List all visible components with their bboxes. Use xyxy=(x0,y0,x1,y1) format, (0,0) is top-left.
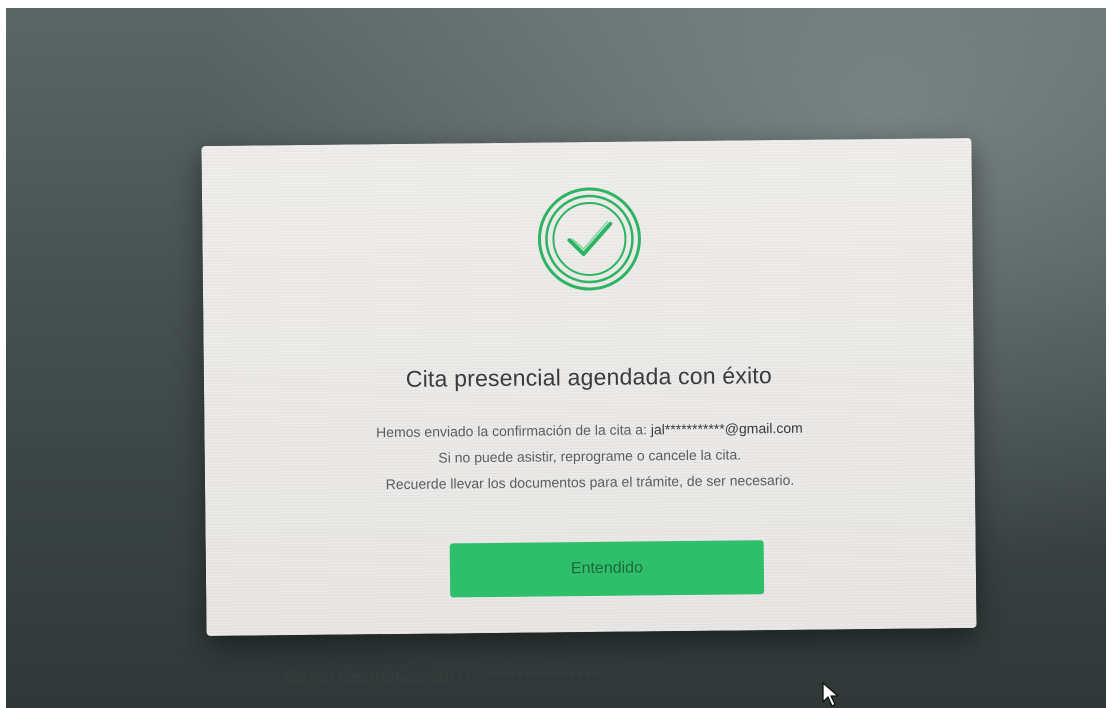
success-dialog: Cita presencial agendada con éxito Hemos… xyxy=(201,137,977,637)
confirmation-message: Hemos enviado la confirmación de la cita… xyxy=(204,418,974,442)
screen: Número de contacto: 31******* Correo ele… xyxy=(6,8,1106,708)
reschedule-message: Si no puede asistir, reprograme o cancel… xyxy=(438,446,742,466)
background-email-field: Correo electrónico: jal*****************… xyxy=(284,668,599,686)
confirmation-prefix: Hemos enviado la confirmación de la cita… xyxy=(376,421,651,441)
dialog-title: Cita presencial agendada con éxito xyxy=(405,362,773,392)
documents-message: Recuerde llevar los documentos para el t… xyxy=(385,471,795,493)
check-circle-icon xyxy=(534,183,645,294)
understood-button[interactable]: Entendido xyxy=(449,540,765,598)
mouse-cursor-icon xyxy=(822,682,839,707)
masked-email: jal***********@gmail.com xyxy=(650,419,803,438)
